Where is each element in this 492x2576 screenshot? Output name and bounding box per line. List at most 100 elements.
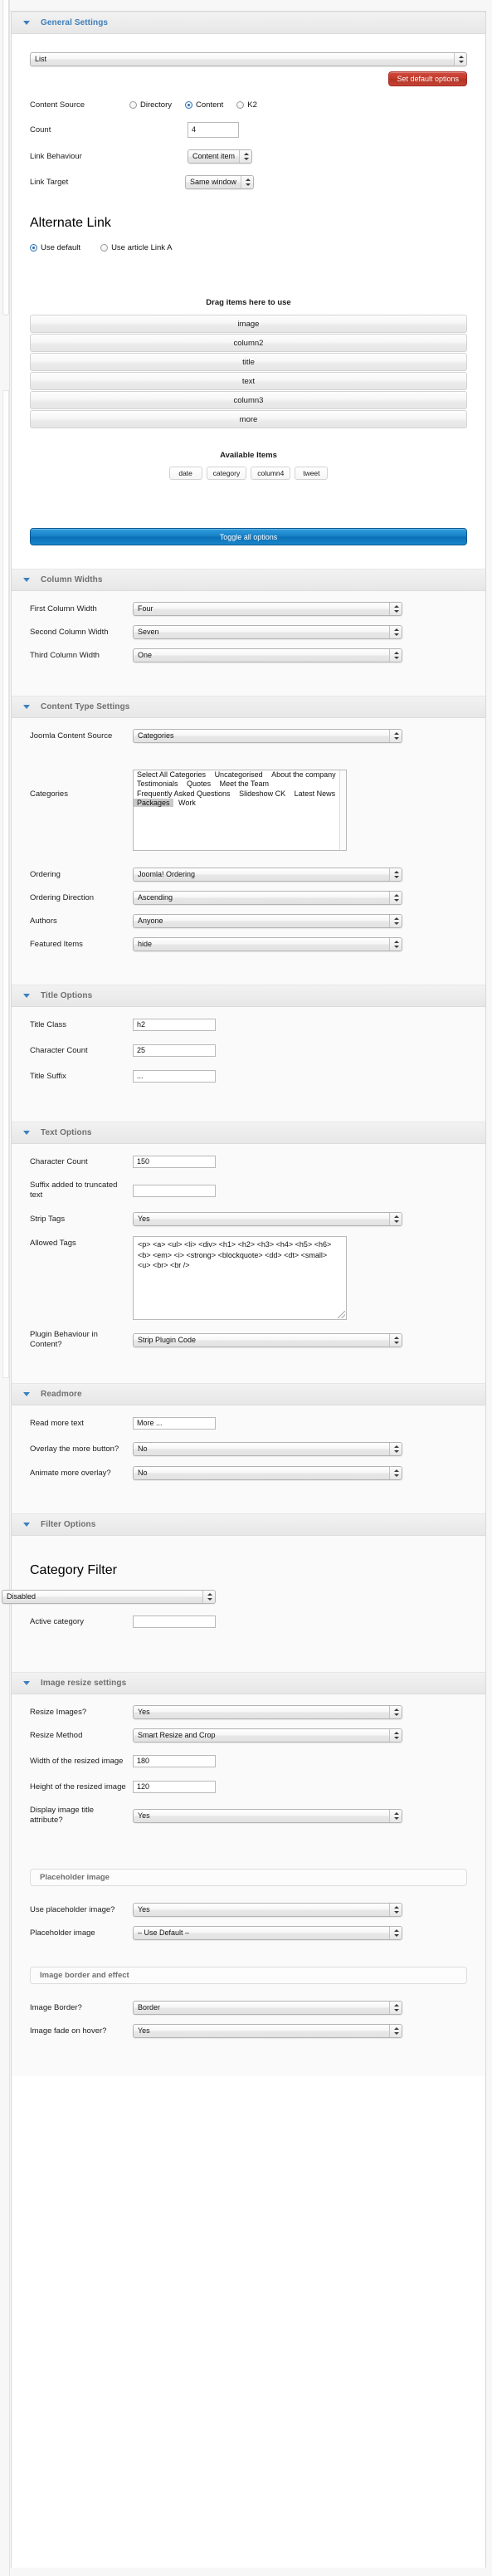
link-target-select[interactable]: Same window	[185, 175, 255, 189]
radio-content-source-k2[interactable]: K2	[236, 100, 257, 110]
scrollbar-thumb-upper[interactable]	[2, 0, 9, 315]
section-title: Filter Options	[41, 1520, 96, 1529]
row-strip-tags: Strip Tags Yes	[12, 1212, 485, 1226]
page-scrollbar-gutter[interactable]	[0, 0, 10, 2576]
section-title: Readmore	[41, 1390, 82, 1399]
radio-content-source-content[interactable]: Content	[185, 100, 223, 110]
row-animate-more-overlay: Animate more overlay? No	[12, 1466, 485, 1480]
row-text-character-count: Character Count 150	[12, 1155, 485, 1169]
placeholder-image-select[interactable]: – Use Default –	[133, 1926, 402, 1940]
section-header-image-resize-settings[interactable]: Image resize settings	[12, 1672, 485, 1694]
category-option[interactable]: About the company	[268, 770, 339, 779]
first-column-width-select[interactable]: Four	[133, 602, 402, 616]
settings-panel: General Settings List Set default option…	[2, 11, 486, 2568]
read-more-text-input[interactable]: More ...	[133, 1417, 216, 1430]
title-character-count-input[interactable]: 25	[133, 1044, 216, 1057]
ordering-select[interactable]: Joomla! Ordering	[133, 868, 402, 882]
section-title: Image resize settings	[41, 1679, 127, 1688]
toggle-all-options-button[interactable]: Toggle all options	[30, 528, 467, 545]
second-column-width-select[interactable]: Seven	[133, 625, 402, 639]
title-class-input[interactable]: h2	[133, 1019, 216, 1031]
categories-multiselect[interactable]: Select All Categories Uncategorised Abou…	[133, 770, 347, 851]
resize-images-label: Resize Images?	[30, 1707, 87, 1717]
third-column-width-select[interactable]: One	[133, 648, 402, 662]
section-header-general-settings[interactable]: General Settings	[12, 12, 485, 34]
plugin-behaviour-select[interactable]: Strip Plugin Code	[133, 1332, 402, 1347]
drag-items-list[interactable]: image column2 title text column3 more	[30, 315, 467, 428]
category-option[interactable]: Slideshow CK	[236, 789, 289, 798]
categories-scrollbar[interactable]	[339, 770, 346, 850]
image-width-input[interactable]: 180	[133, 1755, 216, 1767]
category-option[interactable]: Latest News	[291, 789, 339, 798]
select-arrows-icon	[389, 938, 402, 951]
row-image-fade-on-hover: Image fade on hover? Yes	[12, 2024, 485, 2038]
section-header-content-type-settings[interactable]: Content Type Settings	[12, 696, 485, 718]
resize-grip-icon[interactable]	[338, 1311, 345, 1318]
image-fade-on-hover-select[interactable]: Yes	[133, 2024, 402, 2038]
image-border-label: Image Border?	[30, 2002, 82, 2012]
drag-item[interactable]: text	[30, 372, 467, 390]
plugin-behaviour-label: Plugin Behaviour in Content?	[30, 1330, 98, 1349]
category-option[interactable]: Select All Categories	[134, 770, 209, 779]
section-header-title-options[interactable]: Title Options	[12, 985, 485, 1007]
layout-select[interactable]: List	[30, 52, 467, 66]
joomla-content-source-select[interactable]: Categories	[133, 729, 402, 743]
drag-item[interactable]: title	[30, 353, 467, 371]
animate-more-overlay-select[interactable]: No	[133, 1466, 402, 1480]
category-option[interactable]: Work	[175, 799, 199, 807]
category-option[interactable]: Meet the Team	[217, 780, 272, 788]
available-item[interactable]: category	[206, 467, 247, 480]
section-header-text-options[interactable]: Text Options	[12, 1122, 485, 1144]
category-option[interactable]: Quotes	[183, 780, 214, 788]
row-active-category: Active category	[12, 1615, 485, 1629]
image-border-select[interactable]: Border	[133, 2001, 402, 2015]
resize-method-select[interactable]: Smart Resize and Crop	[133, 1728, 402, 1743]
category-option[interactable]: Testimonials	[134, 780, 182, 788]
select-arrows-icon	[389, 1467, 402, 1479]
row-title-character-count: Character Count 25	[12, 1044, 485, 1058]
allowed-tags-textarea[interactable]: <p> <a> <ul> <li> <div> <h1> <h2> <h3> <…	[133, 1236, 347, 1320]
available-item[interactable]: column4	[251, 467, 291, 480]
available-item[interactable]: date	[168, 467, 202, 480]
scrollbar-thumb-lower[interactable]	[2, 390, 9, 1378]
use-placeholder-image-select[interactable]: Yes	[133, 1903, 402, 1917]
featured-items-label: Featured Items	[30, 939, 83, 949]
count-input[interactable]: 4	[188, 122, 239, 138]
title-suffix-input[interactable]: ...	[133, 1070, 216, 1083]
radio-content-source-directory[interactable]: Directory	[129, 100, 172, 110]
category-filter-select[interactable]: Disabled	[2, 1590, 216, 1604]
drag-item[interactable]: image	[30, 315, 467, 333]
suffix-truncated-input[interactable]	[133, 1184, 216, 1197]
ordering-direction-select[interactable]: Ascending	[133, 891, 402, 905]
first-column-width-label: First Column Width	[30, 604, 97, 613]
active-category-input[interactable]	[133, 1615, 216, 1628]
section-header-column-widths[interactable]: Column Widths	[12, 569, 485, 591]
image-height-input[interactable]: 120	[133, 1781, 216, 1793]
title-class-label: Title Class	[30, 1019, 66, 1029]
section-header-filter-options[interactable]: Filter Options	[12, 1513, 485, 1536]
drag-item[interactable]: more	[30, 410, 467, 428]
available-item[interactable]: tweet	[295, 467, 329, 480]
section-body-image-resize-settings: Resize Images? Yes Resize Method Smart R…	[12, 1694, 485, 2076]
radio-alternate-use-default[interactable]: Use default	[30, 243, 80, 252]
section-title: Text Options	[41, 1128, 92, 1137]
authors-select[interactable]: Anyone	[133, 914, 402, 928]
set-default-options-button[interactable]: Set default options	[388, 71, 467, 86]
featured-items-select[interactable]: hide	[133, 937, 402, 951]
display-image-title-attribute-select[interactable]: Yes	[133, 1808, 402, 1823]
drag-item[interactable]: column2	[30, 334, 467, 352]
resize-images-select[interactable]: Yes	[133, 1705, 402, 1719]
text-character-count-input[interactable]: 150	[133, 1156, 216, 1168]
category-option-selected[interactable]: Packages	[134, 798, 173, 807]
drag-item[interactable]: column3	[30, 391, 467, 409]
category-option[interactable]: Frequently Asked Questions	[134, 789, 234, 798]
link-behaviour-select[interactable]: Content item	[188, 149, 253, 164]
section-header-readmore[interactable]: Readmore	[12, 1383, 485, 1405]
display-image-title-attribute-label: Display image title attribute?	[30, 1806, 95, 1825]
strip-tags-select[interactable]: Yes	[133, 1212, 402, 1226]
radio-alternate-use-article-link-a[interactable]: Use article Link A	[100, 243, 172, 252]
overlay-more-button-select[interactable]: No	[133, 1442, 402, 1456]
row-alternate-link: Use default Use article Link A	[12, 241, 485, 255]
available-items-list[interactable]: date category column4 tweet	[12, 467, 485, 480]
category-option[interactable]: Uncategorised	[212, 770, 266, 779]
